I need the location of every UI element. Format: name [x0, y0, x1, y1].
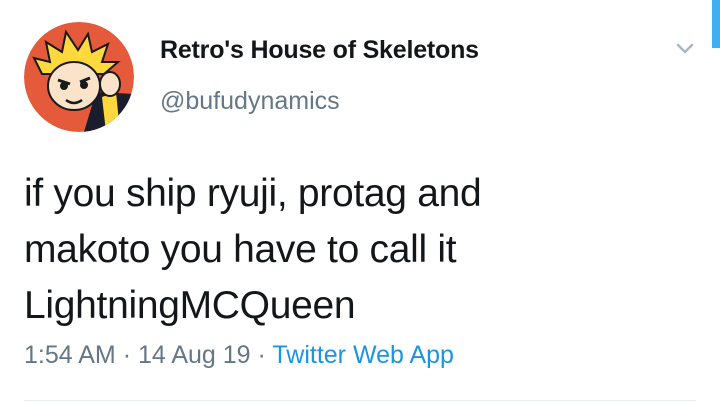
divider — [24, 400, 696, 401]
author-display-name[interactable]: Retro's House of Skeletons — [160, 36, 479, 65]
tweet-metadata: 1:54 AM · 14 Aug 19 · Twitter Web App — [24, 341, 454, 370]
tweet-time[interactable]: 1:54 AM — [24, 341, 116, 369]
tweet-text-line: LightningMCQueen — [24, 284, 356, 327]
avatar-image — [24, 22, 134, 132]
tweet-source-link[interactable]: Twitter Web App — [272, 341, 454, 369]
tweet-text: if you ship ryuji, protag and makoto you… — [24, 166, 664, 334]
meta-separator: · — [257, 341, 266, 369]
tweet-text-line: if you ship ryuji, protag and — [24, 172, 482, 215]
tweet-card: Retro's House of Skeletons @bufudynamics… — [0, 0, 720, 403]
avatar[interactable] — [24, 22, 134, 132]
scrollbar-thumb[interactable] — [712, 0, 720, 48]
author-username[interactable]: @bufudynamics — [160, 87, 340, 116]
meta-separator: · — [122, 341, 132, 369]
chevron-down-icon[interactable] — [670, 38, 700, 60]
tweet-text-line: makoto you have to call it — [24, 228, 457, 271]
tweet-date[interactable]: 14 Aug 19 — [138, 341, 251, 369]
